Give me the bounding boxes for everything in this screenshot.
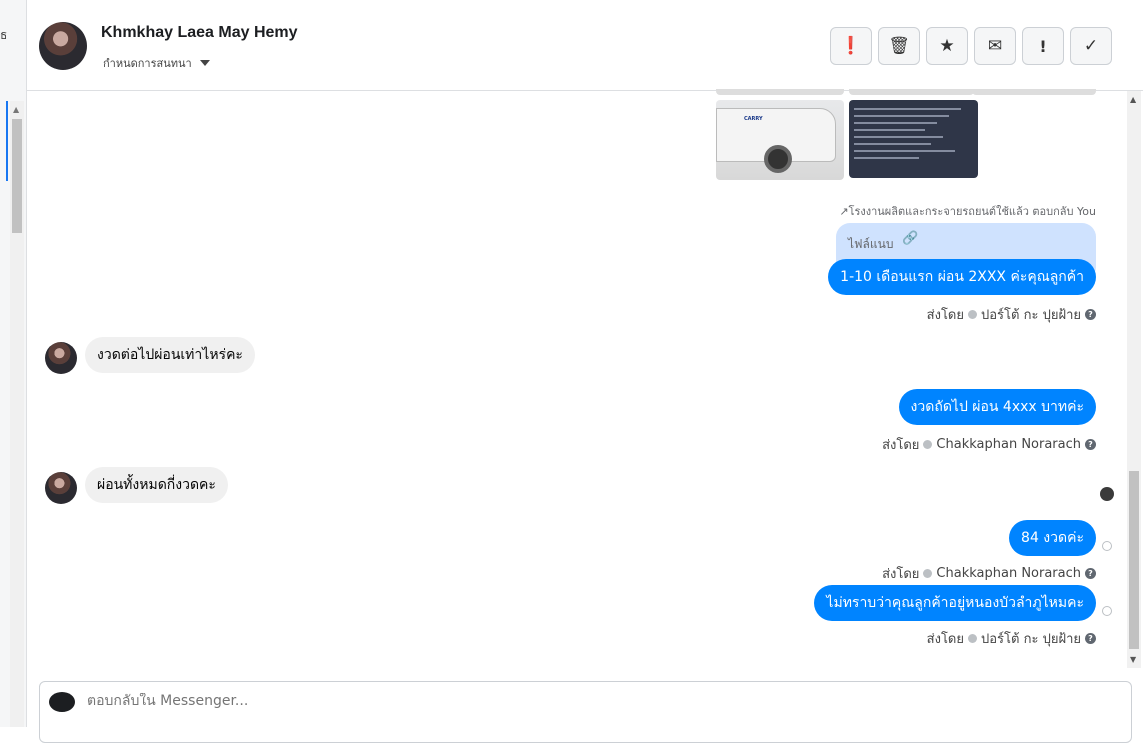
sender-name[interactable]: Chakkaphan Norarach bbox=[936, 566, 1081, 581]
customer-avatar[interactable] bbox=[45, 472, 77, 504]
help-icon[interactable]: ? bbox=[1085, 309, 1096, 320]
paperclip-icon: 🔗 bbox=[902, 231, 919, 246]
conversation-header: Khmkhay Laea May Hemy กำหนดการสนทนา ❗ 🗑 … bbox=[27, 0, 1143, 91]
left-panel-glyph: ธ bbox=[0, 28, 8, 42]
message-bubble-incoming[interactable]: งวดต่อไปผ่อนเท่าไหร่คะ bbox=[85, 337, 255, 373]
sent-by-line: ส่งโดย ปอร์โต้ กะ ปุยฝ้าย ? bbox=[927, 304, 1096, 325]
left-scrollbar-thumb[interactable] bbox=[12, 119, 22, 233]
sent-by-line: ส่งโดย ปอร์โต้ กะ ปุยฝ้าย ? bbox=[927, 628, 1096, 649]
star-button[interactable]: ★ bbox=[926, 27, 968, 65]
header-actions: ❗ 🗑 ★ ✉ ! ✓ bbox=[830, 27, 1112, 65]
spec-line bbox=[854, 122, 938, 124]
image-thumbnail-partial[interactable] bbox=[849, 89, 974, 95]
message-bubble-outgoing[interactable]: ไม่ทราบว่าคุณลูกค้าอยู่หนองบัวลำภูไหมคะ bbox=[814, 585, 1096, 621]
sent-by-label: ส่งโดย bbox=[926, 308, 964, 323]
spec-line bbox=[854, 129, 926, 131]
status-dot-icon bbox=[968, 310, 977, 319]
status-dot-icon bbox=[968, 634, 977, 643]
reply-context-note: ↗โรงงานผลิตและกระจายรถยนต์ใช้แล้ว ตอบกลั… bbox=[839, 205, 1096, 218]
conversation-thread: CARRY ↗โรงงานผลิตและกระจายรถยนต์ใช้แล้ว … bbox=[27, 89, 1126, 668]
van-photo-thumbnail[interactable]: CARRY bbox=[716, 100, 844, 180]
scroll-up-icon[interactable]: ▲ bbox=[1130, 95, 1136, 104]
spec-line bbox=[854, 150, 956, 152]
customer-avatar[interactable] bbox=[45, 342, 77, 374]
assign-conversation-dropdown[interactable]: กำหนดการสนทนา bbox=[103, 54, 210, 72]
spec-line bbox=[854, 157, 920, 159]
delete-button[interactable]: 🗑 bbox=[878, 27, 920, 65]
star-icon: ★ bbox=[939, 36, 955, 56]
spec-sheet-thumbnail[interactable] bbox=[849, 100, 978, 178]
sent-by-label: ส่งโดย bbox=[926, 632, 964, 647]
mark-unread-button[interactable]: ✉ bbox=[974, 27, 1016, 65]
scroll-up-icon[interactable]: ▲ bbox=[13, 105, 19, 114]
page-avatar bbox=[49, 692, 75, 712]
spec-line bbox=[854, 136, 944, 138]
van-logo: CARRY bbox=[744, 116, 763, 122]
contact-name[interactable]: Khmkhay Laea May Hemy bbox=[101, 24, 298, 42]
left-scrollbar[interactable]: ▲ bbox=[10, 101, 24, 727]
message-bubble-incoming[interactable]: ผ่อนทั้งหมดกี่งวดคะ bbox=[85, 467, 228, 503]
sent-by-label: ส่งโดย bbox=[882, 567, 920, 582]
van-wheel-shape bbox=[764, 145, 792, 173]
sender-name[interactable]: ปอร์โต้ กะ ปุยฝ้าย bbox=[981, 628, 1081, 649]
image-thumbnail-partial[interactable] bbox=[716, 89, 844, 95]
left-panel-accent bbox=[6, 101, 8, 181]
message-bubble-outgoing[interactable]: 1-10 เดือนแรก ผ่อน 2XXX ค่ะคุณลูกค้า bbox=[828, 259, 1096, 295]
scroll-down-icon[interactable]: ▼ bbox=[1130, 655, 1136, 664]
sent-by-line: ส่งโดย Chakkaphan Norarach ? bbox=[882, 434, 1096, 455]
status-dot-icon bbox=[923, 569, 933, 578]
help-icon[interactable]: ? bbox=[1085, 633, 1096, 644]
attachment-label: ไฟล์แนบ bbox=[848, 237, 894, 251]
reply-input[interactable] bbox=[87, 693, 687, 709]
help-icon[interactable]: ? bbox=[1085, 568, 1096, 579]
exclamation-icon: ! bbox=[1039, 36, 1047, 56]
status-dot-icon bbox=[923, 440, 933, 449]
left-panel: ธ ▲ bbox=[0, 0, 27, 727]
trash-icon: 🗑 bbox=[888, 36, 910, 56]
delivered-icon bbox=[1102, 606, 1112, 616]
message-bubble-outgoing[interactable]: 84 งวดค่ะ bbox=[1009, 520, 1096, 556]
caret-down-icon bbox=[199, 60, 210, 66]
follow-up-button[interactable]: ! bbox=[1022, 27, 1064, 65]
contact-avatar[interactable] bbox=[39, 22, 87, 70]
delivered-icon bbox=[1102, 541, 1112, 551]
report-button[interactable]: ❗ bbox=[830, 27, 872, 65]
image-thumbnail-partial[interactable] bbox=[972, 89, 1096, 95]
spec-line bbox=[854, 108, 962, 110]
mark-done-button[interactable]: ✓ bbox=[1070, 27, 1112, 65]
check-icon: ✓ bbox=[1083, 36, 1099, 56]
help-icon[interactable]: ? bbox=[1085, 439, 1096, 450]
reply-composer bbox=[39, 681, 1132, 743]
sender-name[interactable]: ปอร์โต้ กะ ปุยฝ้าย bbox=[981, 304, 1081, 325]
report-icon: ❗ bbox=[840, 36, 862, 56]
conversation-scrollbar[interactable]: ▲ ▼ bbox=[1127, 91, 1141, 668]
read-receipt-avatar bbox=[1100, 487, 1114, 501]
spec-line bbox=[854, 115, 950, 117]
spec-line bbox=[854, 143, 932, 145]
conversation-scrollbar-thumb[interactable] bbox=[1129, 471, 1139, 649]
sent-by-line: ส่งโดย Chakkaphan Norarach ? bbox=[882, 563, 1096, 584]
assign-conversation-label: กำหนดการสนทนา bbox=[103, 57, 192, 70]
sender-name[interactable]: Chakkaphan Norarach bbox=[936, 437, 1081, 452]
sent-by-label: ส่งโดย bbox=[882, 438, 920, 453]
mail-icon: ✉ bbox=[987, 36, 1003, 56]
message-bubble-outgoing[interactable]: งวดถัดไป ผ่อน 4xxx บาทค่ะ bbox=[898, 389, 1096, 425]
